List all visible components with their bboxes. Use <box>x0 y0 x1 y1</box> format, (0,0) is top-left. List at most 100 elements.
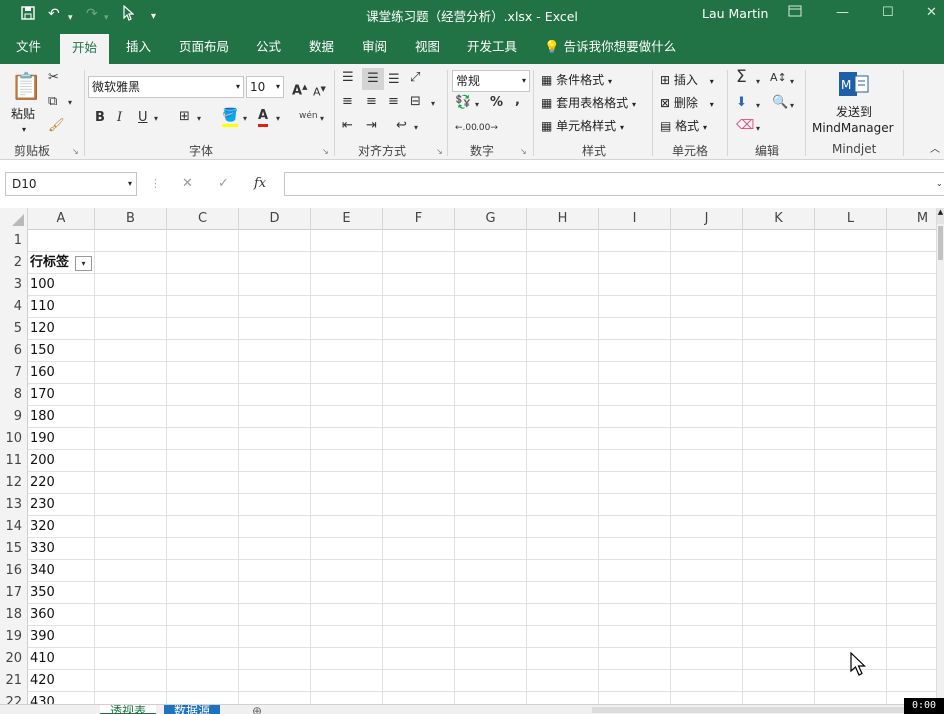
cell[interactable] <box>671 560 743 582</box>
cell[interactable] <box>311 692 383 704</box>
format-as-table-button[interactable]: ▦ 套用表格格式 ▾ <box>541 95 636 113</box>
cell[interactable] <box>95 626 167 648</box>
copy-icon[interactable]: ⧉ <box>48 94 57 110</box>
cell-a[interactable]: 420 <box>28 670 95 692</box>
increase-font-icon[interactable]: A▲ <box>292 79 307 99</box>
cell[interactable] <box>311 230 383 252</box>
cell[interactable] <box>743 472 815 494</box>
cell[interactable] <box>167 230 239 252</box>
cell[interactable] <box>455 582 527 604</box>
cell[interactable] <box>239 230 311 252</box>
cell[interactable] <box>239 670 311 692</box>
cell[interactable] <box>671 274 743 296</box>
cell[interactable] <box>887 252 940 274</box>
cell[interactable] <box>95 516 167 538</box>
cell[interactable] <box>815 296 887 318</box>
cell[interactable] <box>455 252 527 274</box>
cell[interactable] <box>743 296 815 318</box>
column-header[interactable]: I <box>599 208 671 230</box>
tab-developer[interactable]: 开发工具 <box>467 30 517 64</box>
cell[interactable] <box>887 428 940 450</box>
cell[interactable] <box>167 604 239 626</box>
phonetic-dropdown-icon[interactable]: ▾ <box>320 111 324 127</box>
cell[interactable] <box>815 406 887 428</box>
font-color-icon[interactable]: A <box>258 108 269 127</box>
cell[interactable] <box>95 472 167 494</box>
column-header[interactable]: G <box>455 208 527 230</box>
cell[interactable] <box>887 582 940 604</box>
font-size-box[interactable]: 10 ▾ <box>246 76 284 98</box>
cell[interactable] <box>527 494 599 516</box>
borders-icon[interactable]: ⊞ <box>179 109 190 125</box>
cell[interactable] <box>167 450 239 472</box>
row-header[interactable]: 12 <box>0 472 28 494</box>
cell[interactable] <box>239 626 311 648</box>
clipboard-launcher-icon[interactable]: ↘ <box>72 144 79 160</box>
cell-a[interactable]: 340 <box>28 560 95 582</box>
cell[interactable] <box>311 384 383 406</box>
cell[interactable] <box>671 230 743 252</box>
cell[interactable] <box>95 274 167 296</box>
cell[interactable] <box>311 252 383 274</box>
tell-me-box[interactable]: 💡 告诉我你想要做什么 <box>544 30 676 64</box>
cell[interactable] <box>455 340 527 362</box>
row-header[interactable]: 4 <box>0 296 28 318</box>
cell[interactable] <box>527 450 599 472</box>
cell[interactable] <box>167 582 239 604</box>
cell[interactable] <box>887 384 940 406</box>
accounting-format-icon[interactable]: 💱 <box>455 95 471 111</box>
cell[interactable] <box>239 362 311 384</box>
cell[interactable] <box>887 494 940 516</box>
sheet-tab-pivot[interactable]: 透视表 <box>100 705 157 714</box>
cell[interactable] <box>671 648 743 670</box>
row-header[interactable]: 15 <box>0 538 28 560</box>
cell[interactable] <box>743 274 815 296</box>
cell[interactable] <box>239 494 311 516</box>
cell[interactable] <box>599 252 671 274</box>
cell[interactable] <box>311 670 383 692</box>
delete-cells-button[interactable]: ⊠ 删除 ▾ <box>660 95 714 113</box>
cell[interactable] <box>167 406 239 428</box>
cell[interactable] <box>527 384 599 406</box>
cell[interactable] <box>167 274 239 296</box>
name-box[interactable]: D10 ▾ <box>5 172 137 196</box>
cell[interactable] <box>311 516 383 538</box>
cell[interactable] <box>239 516 311 538</box>
row-header[interactable]: 11 <box>0 450 28 472</box>
cell-a[interactable]: 170 <box>28 384 95 406</box>
cell[interactable] <box>167 692 239 704</box>
fill-color-dropdown-icon[interactable]: ▾ <box>243 111 247 127</box>
cell[interactable] <box>671 670 743 692</box>
cell[interactable] <box>599 362 671 384</box>
cell[interactable] <box>527 252 599 274</box>
cell[interactable] <box>527 230 599 252</box>
underline-dropdown-icon[interactable]: ▾ <box>154 111 158 127</box>
column-header[interactable]: K <box>743 208 815 230</box>
cell[interactable] <box>455 560 527 582</box>
cell-styles-button[interactable]: ▦ 单元格样式 ▾ <box>541 118 624 136</box>
cell-a[interactable]: 410 <box>28 648 95 670</box>
insert-function-button[interactable]: fx <box>254 176 266 192</box>
cell[interactable] <box>887 560 940 582</box>
paste-label[interactable]: 粘贴 <box>11 106 35 122</box>
cell[interactable] <box>455 692 527 704</box>
cell[interactable] <box>743 604 815 626</box>
cell[interactable] <box>527 604 599 626</box>
cell[interactable] <box>815 582 887 604</box>
wrap-dropdown-icon[interactable]: ▾ <box>414 120 418 136</box>
cell[interactable] <box>311 340 383 362</box>
cell[interactable] <box>887 516 940 538</box>
row-header[interactable]: 3 <box>0 274 28 296</box>
cell[interactable] <box>527 582 599 604</box>
copy-dropdown-icon[interactable]: ▾ <box>68 95 72 111</box>
send-to-label[interactable]: 发送到 <box>836 104 872 120</box>
row-header[interactable]: 8 <box>0 384 28 406</box>
cell[interactable] <box>527 538 599 560</box>
cell[interactable] <box>95 318 167 340</box>
align-bottom-icon[interactable]: ☰ <box>388 72 400 88</box>
cell[interactable] <box>671 362 743 384</box>
cell[interactable] <box>527 516 599 538</box>
cell[interactable] <box>671 428 743 450</box>
italic-button[interactable]: I <box>117 110 122 126</box>
cell[interactable] <box>383 626 455 648</box>
